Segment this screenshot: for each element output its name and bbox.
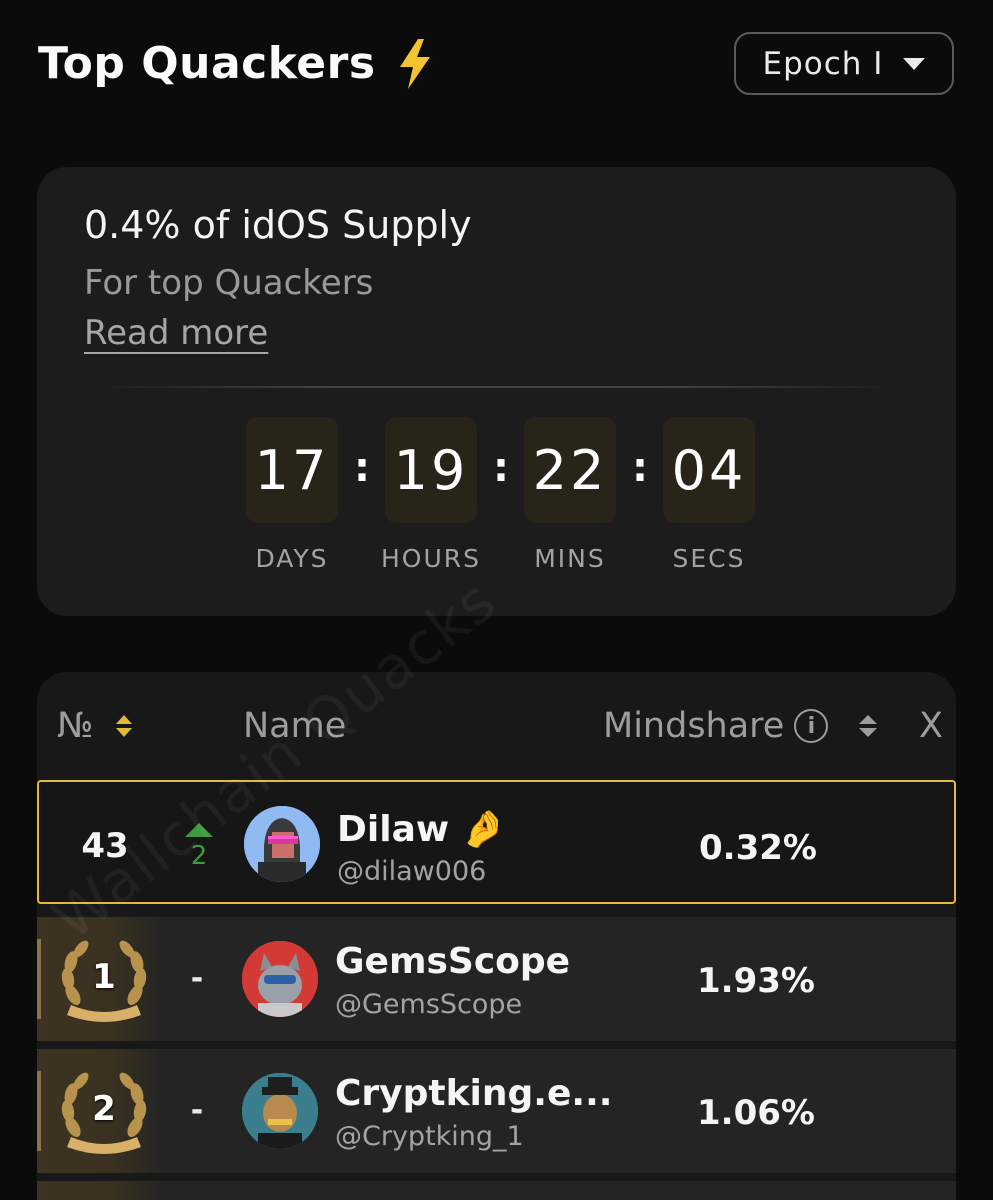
countdown-mins: 22 — [524, 417, 616, 523]
countdown-colon: : — [493, 445, 509, 491]
page-title-text: Top Quackers — [38, 38, 376, 89]
lightning-icon — [398, 38, 432, 89]
mindshare-value: 1.06% — [697, 1093, 815, 1133]
table-row[interactable]: 1 - GemsScope @GemsScope 1.93% — [37, 917, 956, 1041]
sort-icon[interactable] — [115, 713, 133, 739]
column-header-x-label: X — [919, 706, 943, 746]
info-icon[interactable]: i — [794, 709, 829, 743]
epoch-dropdown-value: Epoch I — [762, 45, 884, 82]
countdown-secs: 04 — [663, 417, 755, 523]
mindshare-value: 1.93% — [697, 961, 815, 1001]
epoch-dropdown[interactable]: Epoch I — [734, 32, 954, 95]
card-divider — [97, 386, 897, 388]
read-more-link[interactable]: Read more — [84, 313, 268, 353]
supply-subheading: For top Quackers — [84, 263, 374, 303]
sort-icon[interactable] — [858, 713, 878, 739]
page-title: Top Quackers — [38, 38, 432, 89]
supply-heading: 0.4% of idOS Supply — [84, 203, 472, 247]
user-handle: @GemsScope — [335, 989, 523, 1020]
column-header-x[interactable]: X — [919, 706, 943, 746]
avatar[interactable] — [242, 1073, 318, 1149]
pinched-fingers-emoji: 🤌 — [461, 809, 506, 850]
countdown-hours: 19 — [385, 417, 477, 523]
table-row[interactable]: 2 - Cryptking.e... @Cryptking_1 1.06% — [37, 1049, 956, 1173]
rank-number: 1 — [92, 957, 116, 997]
countdown-days-label: DAYS — [255, 544, 329, 573]
user-handle: @dilaw006 — [337, 856, 487, 887]
column-header-mindshare-label: Mindshare — [603, 706, 785, 746]
caret-down-icon — [903, 57, 926, 70]
medal-accent-bar — [37, 1071, 41, 1151]
rank-number: 2 — [92, 1089, 116, 1129]
user-name: Cryptking.e... — [335, 1073, 613, 1114]
current-user-row[interactable]: 43 2 Dilaw 🤌 @dilaw006 0.32% — [37, 780, 956, 904]
medal-background — [37, 1181, 162, 1200]
rank-change: - — [190, 1093, 204, 1128]
countdown-hours-label: HOURS — [380, 544, 481, 573]
column-header-name-label: Name — [243, 706, 347, 746]
countdown-colon: : — [632, 445, 648, 491]
mindshare-value: 0.32% — [699, 828, 817, 868]
rank-change: 2 — [185, 822, 213, 871]
supply-card: 0.4% of idOS Supply For top Quackers Rea… — [37, 167, 956, 616]
countdown-mins-label: MINS — [534, 544, 606, 573]
user-handle: @Cryptking_1 — [335, 1121, 524, 1152]
rank-change-value: 2 — [190, 841, 208, 871]
column-header-name: Name — [243, 706, 346, 746]
avatar[interactable] — [242, 941, 318, 1017]
medal-accent-bar — [37, 939, 41, 1019]
countdown-secs-label: SECS — [672, 544, 746, 573]
rank-change: - — [190, 961, 204, 996]
column-header-mindshare[interactable]: Mindshare i — [603, 706, 878, 746]
user-name: Dilaw 🤌 — [337, 808, 506, 851]
countdown-colon: : — [354, 445, 370, 491]
arrow-up-icon — [185, 822, 213, 841]
user-name: GemsScope — [335, 941, 571, 982]
table-row[interactable] — [37, 1181, 956, 1200]
column-header-rank[interactable]: № — [57, 706, 133, 746]
rank-number: 43 — [81, 826, 129, 866]
avatar[interactable] — [244, 806, 320, 882]
countdown-days: 17 — [246, 417, 338, 523]
leaderboard-table: № Name Mindshare i X 43 2 Dilaw 🤌 @dilaw… — [37, 672, 956, 1200]
column-header-rank-label: № — [57, 706, 94, 746]
